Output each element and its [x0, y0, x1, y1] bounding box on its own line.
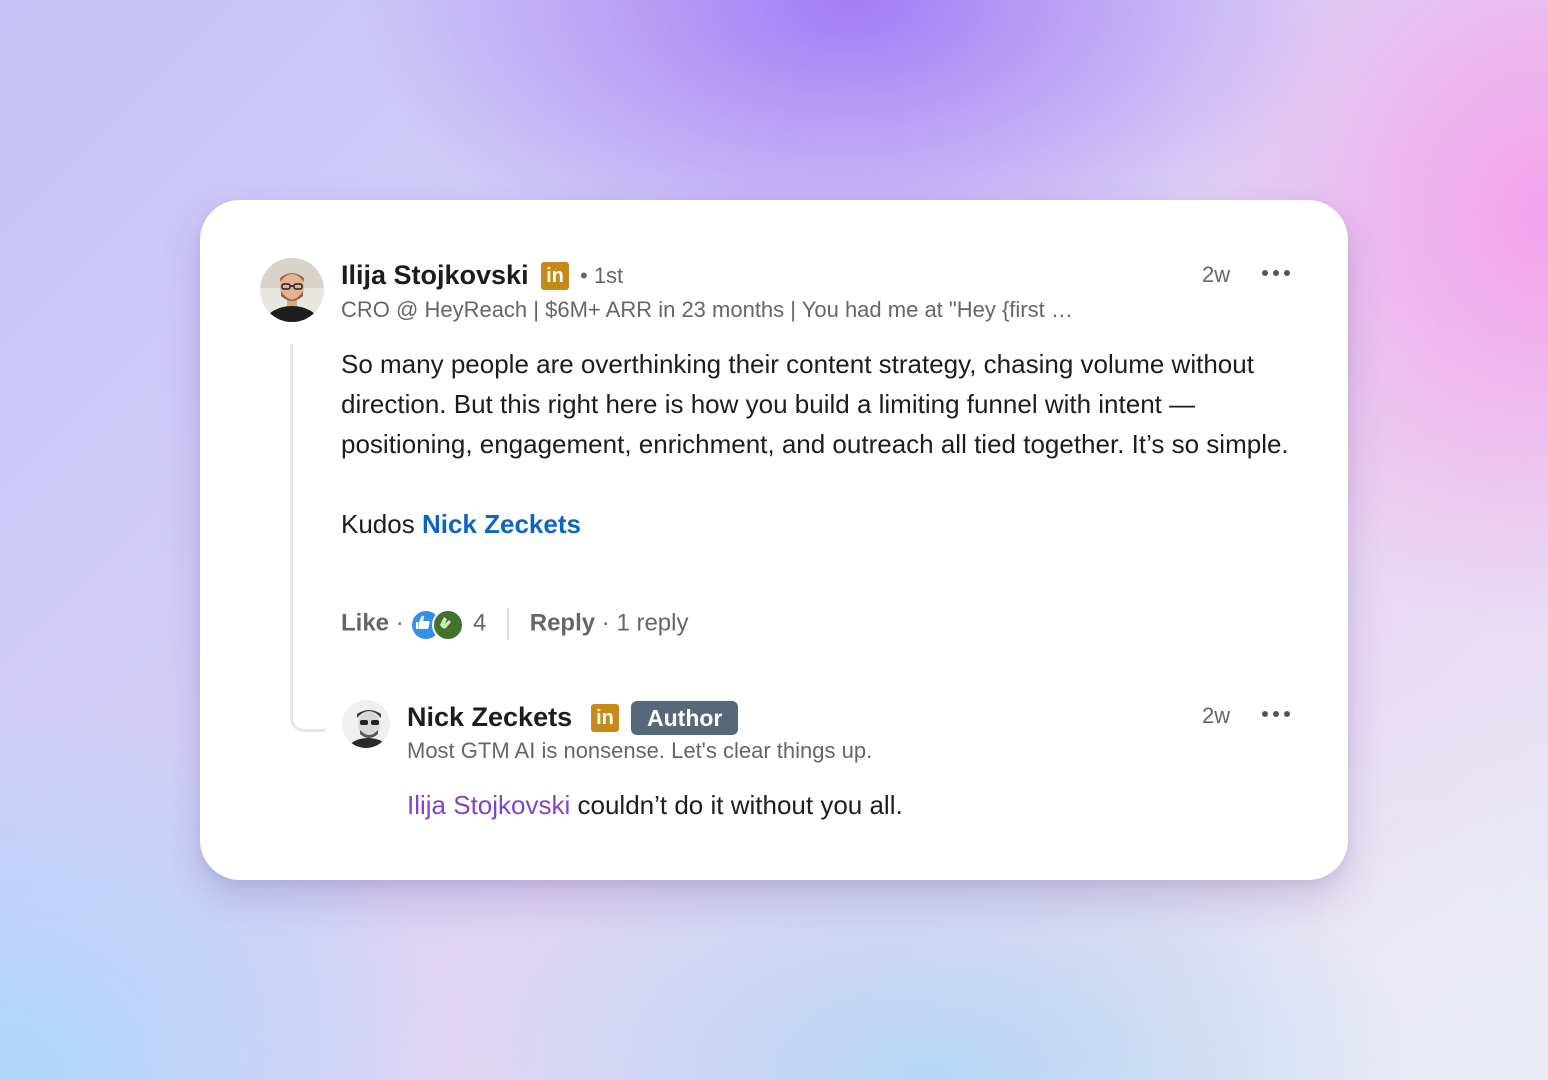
reply-text: couldn’t do it without you all.: [570, 790, 903, 820]
comment-kudos-line: Kudos Nick Zeckets: [341, 504, 1301, 544]
reply-author-name[interactable]: Nick Zeckets: [407, 702, 572, 733]
mention-nick-zeckets[interactable]: Nick Zeckets: [422, 509, 581, 539]
comment-timestamp: 2w: [1202, 262, 1231, 287]
comment-card: Ilija Stojkovski in • 1st CRO @ HeyReach…: [200, 200, 1348, 880]
reply-count[interactable]: · 1 reply: [602, 609, 689, 636]
comment-paragraph: So many people are overthinking their co…: [341, 349, 1289, 459]
comment-body: So many people are overthinking their co…: [341, 344, 1301, 544]
more-options-icon[interactable]: [1262, 269, 1292, 279]
avatar-nick[interactable]: [342, 700, 390, 748]
reaction-count[interactable]: 4: [473, 609, 486, 636]
comment-actions: Like · 4 Reply · 1 reply: [341, 608, 689, 641]
action-divider: [507, 608, 510, 640]
thread-connector-line: [290, 344, 325, 732]
celebrate-reaction-icon: [432, 609, 465, 641]
reply-author-headline: Most GTM AI is nonsense. Let's clear thi…: [407, 738, 873, 763]
mention-ilija-stojkovski[interactable]: Ilija Stojkovski: [407, 790, 570, 820]
reactions-summary[interactable]: [410, 609, 466, 641]
separator-dot: ·: [395, 609, 404, 637]
linkedin-icon: in: [591, 704, 619, 732]
kudos-text: Kudos: [341, 509, 415, 539]
avatar-ilija[interactable]: [260, 258, 324, 322]
reply-button[interactable]: Reply: [530, 609, 595, 636]
author-badge: Author: [631, 701, 739, 735]
more-options-icon[interactable]: [1262, 710, 1292, 720]
linkedin-icon: in: [541, 262, 569, 290]
connection-degree: • 1st: [580, 263, 624, 288]
like-button[interactable]: Like: [341, 609, 389, 636]
reply-body: Ilija Stojkovski couldn’t do it without …: [407, 785, 903, 825]
comment-author-name[interactable]: Ilija Stojkovski: [341, 260, 529, 291]
reply-timestamp: 2w: [1202, 703, 1231, 728]
comment-author-headline: CRO @ HeyReach | $6M+ ARR in 23 months |…: [341, 297, 1073, 322]
